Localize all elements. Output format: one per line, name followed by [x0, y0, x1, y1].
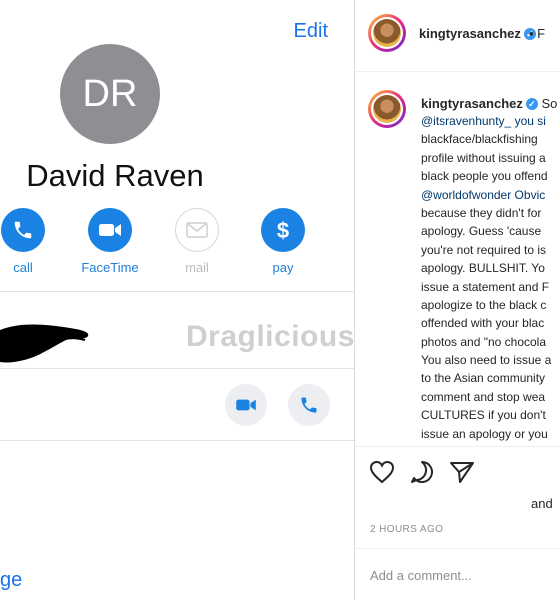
divider — [0, 440, 354, 441]
caption-line: @worldofwonder Obvic — [421, 186, 560, 204]
header-username[interactable]: kingtyrasanchez ✓ — [419, 26, 536, 41]
avatar-initials: DR — [82, 72, 138, 115]
caption-line: because they didn't for — [421, 205, 542, 220]
call-button[interactable] — [288, 384, 330, 426]
caption-line: issue an apology or you — [421, 426, 548, 441]
watermark: Draglicious — [186, 320, 354, 353]
caption-username[interactable]: kingtyrasanchez ✓ So — [421, 96, 557, 111]
divider — [0, 368, 354, 369]
heart-icon[interactable] — [369, 460, 395, 489]
caption-line: photos and "no chocola — [421, 334, 547, 349]
caption-line: black people you offend — [421, 169, 548, 184]
instagram-post: kingtyrasanchez ✓ • F kingtyrasanchez ✓ So… — [355, 0, 560, 600]
dollar-icon: $ — [261, 208, 305, 252]
edit-button[interactable]: Edit — [294, 20, 328, 43]
facetime-label: FaceTime — [81, 260, 139, 275]
mail-icon — [175, 208, 219, 252]
call-action[interactable]: call — [0, 208, 68, 275]
caption-line: profile without issuing a — [421, 150, 546, 165]
post-timestamp: 2 HOURS AGO — [370, 524, 444, 535]
send-message-link[interactable]: ge — [0, 569, 22, 592]
mention-link[interactable]: @worldofwonder Obvic — [421, 188, 545, 202]
caption-line: So — [541, 96, 558, 111]
pay-label: pay — [272, 260, 294, 275]
caption-line: blackface/blackfishing — [421, 132, 538, 147]
caption-line: comment and stop wea — [421, 389, 546, 404]
caption-line: apologize to the black c — [421, 297, 547, 312]
caption-text: @itsravenhunty_ you si blackface/blackfi… — [421, 112, 560, 443]
share-icon[interactable] — [449, 460, 475, 489]
caption-line: CULTURES if you don't — [421, 408, 546, 423]
divider — [355, 71, 560, 72]
caption-line: apology. Guess 'cause — [421, 224, 542, 239]
mail-action[interactable]: mail — [152, 208, 242, 275]
caption-line: You also need to issue a — [421, 353, 552, 368]
pay-action[interactable]: $ pay — [238, 208, 328, 275]
video-icon — [236, 399, 256, 411]
mail-label: mail — [185, 260, 209, 275]
svg-text:$: $ — [277, 218, 289, 243]
username-text: kingtyrasanchez — [419, 26, 521, 41]
verified-icon: ✓ — [525, 98, 538, 110]
call-label: call — [13, 260, 33, 275]
facetime-action[interactable]: FaceTime — [65, 208, 155, 275]
post-actions — [369, 460, 475, 489]
follow-button[interactable]: • F — [529, 26, 545, 41]
phone-icon — [1, 208, 45, 252]
contact-name: David Raven — [26, 158, 204, 193]
redaction-scribble — [0, 324, 89, 363]
caption-line: offended with your blac — [421, 316, 545, 331]
caption-avatar[interactable] — [368, 90, 406, 128]
username-text: kingtyrasanchez — [421, 96, 523, 111]
contact-card: Edit DR David Raven call FaceTime mail $… — [0, 0, 354, 600]
likes-text[interactable]: and — [531, 496, 553, 511]
phone-icon — [301, 397, 317, 413]
video-icon — [88, 208, 132, 252]
caption-line: to the Asian community — [421, 371, 546, 386]
comment-icon[interactable] — [409, 460, 435, 489]
contact-avatar: DR — [60, 44, 160, 144]
caption-line: you're not required to is — [421, 242, 547, 257]
divider — [355, 446, 560, 447]
divider — [355, 548, 560, 549]
caption-line: apology. BULLSHIT. Yo — [421, 261, 545, 276]
facetime-video-button[interactable] — [225, 384, 267, 426]
divider — [0, 291, 354, 292]
caption-line: @itsravenhunty_ you si — [421, 112, 560, 130]
comment-input[interactable]: Add a comment... — [370, 568, 472, 583]
mention-link[interactable]: @itsravenhunty_ you si — [421, 114, 546, 128]
profile-avatar[interactable] — [368, 14, 406, 52]
caption-line: issue a statement and F — [421, 279, 550, 294]
